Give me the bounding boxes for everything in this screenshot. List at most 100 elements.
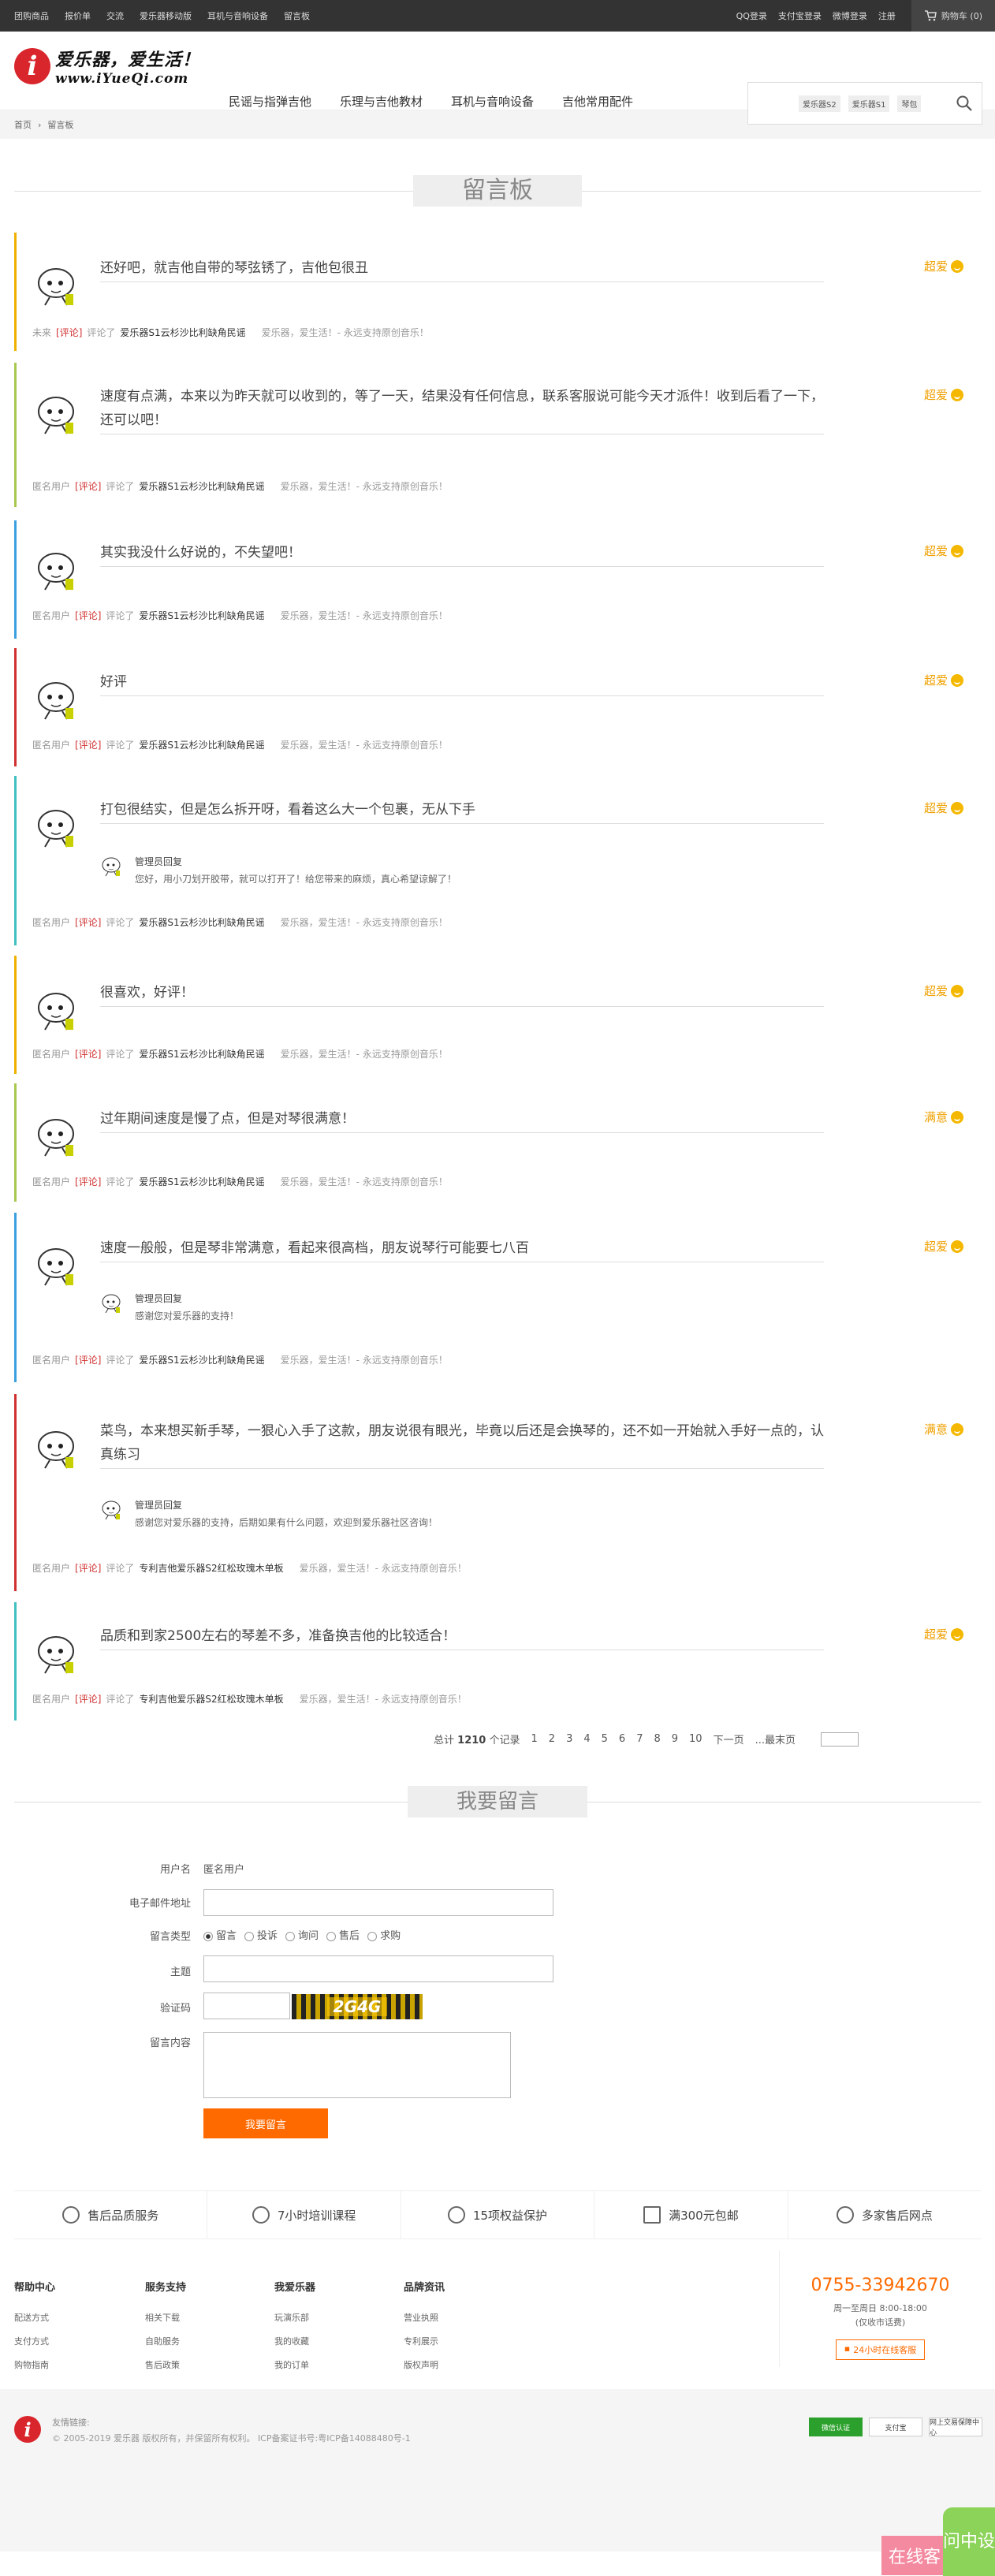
pager-page-7[interactable]: 7: [636, 1733, 643, 1745]
type-radio-complaint[interactable]: 投诉: [244, 1927, 278, 1942]
floating-chat-button[interactable]: 在线客: [881, 2536, 948, 2575]
online-service-button[interactable]: ▪ 24小时在线客服: [835, 2339, 926, 2360]
top-link-mobile[interactable]: 爱乐器移动版: [140, 9, 192, 22]
message-user: 匿名用户: [32, 1176, 71, 1187]
footer-link[interactable]: 我的订单: [274, 2358, 315, 2371]
submit-message-button[interactable]: 我要留言: [203, 2108, 328, 2138]
nav-item-folk-guitar[interactable]: 民谣与指弹吉他: [229, 93, 311, 110]
comment-verb: 评论了: [106, 1049, 135, 1060]
product-link[interactable]: 爱乐器S1云杉沙比利缺角民谣: [139, 479, 264, 493]
reply-text: 感谢您对爱乐器的支持，后期如果有什么问题，欢迎到爱乐器社区咨询！: [135, 1517, 438, 1528]
captcha-image[interactable]: 2G4G: [292, 1994, 423, 2019]
top-link-quote[interactable]: 报价单: [65, 9, 91, 22]
footer-link[interactable]: 相关下载: [145, 2311, 186, 2324]
top-link-audio[interactable]: 耳机与音响设备: [207, 9, 268, 22]
site-logo[interactable]: i 爱乐器，爱生活！ www.iYueQi.com: [14, 46, 200, 87]
smile-icon: [951, 259, 963, 273]
copyright-text: © 2005-2019 爱乐器 版权所有，并保留所有权利。 ICP备案证书号:粤…: [52, 2433, 411, 2444]
page-jump-select[interactable]: [821, 1732, 859, 1747]
subject-field[interactable]: [203, 1955, 553, 1982]
pager-last[interactable]: ...最末页: [755, 1732, 796, 1747]
floating-guide-button[interactable]: 问中设: [943, 2507, 995, 2576]
product-link[interactable]: 专利吉他爱乐器S2红松玫瑰木单板: [139, 1561, 283, 1575]
footer-link[interactable]: 购物指南: [14, 2358, 55, 2371]
rating-badge: 超爱: [924, 1238, 963, 1254]
message-slogan: 爱乐器，爱生活！- 永远支持原创音乐！: [261, 327, 429, 338]
pager-page-10[interactable]: 10: [689, 1733, 702, 1745]
product-link[interactable]: 爱乐器S1云杉沙比利缺角民谣: [139, 1047, 264, 1061]
product-link[interactable]: 爱乐器S1云杉沙比利缺角民谣: [120, 326, 245, 339]
top-link-groupbuy[interactable]: 团购商品: [14, 9, 49, 22]
message-slogan: 爱乐器，爱生活！- 永远支持原创音乐！: [280, 610, 448, 621]
product-link[interactable]: 爱乐器S1云杉沙比利缺角民谣: [139, 915, 264, 929]
message-user: 未来: [32, 327, 52, 338]
pager-page-4[interactable]: 4: [583, 1733, 590, 1745]
type-radio-message[interactable]: 留言: [203, 1927, 237, 1942]
footer-link[interactable]: 营业执照: [404, 2311, 445, 2324]
message-card: 打包很结实，但是怎么拆开呀，看着这么大一个包裹，无从下手 超爱 管理员回复 您好…: [14, 776, 981, 945]
product-link[interactable]: 爱乐器S1云杉沙比利缺角民谣: [139, 1353, 264, 1366]
pager-page-9[interactable]: 9: [672, 1733, 678, 1745]
email-field[interactable]: [203, 1889, 553, 1916]
message-meta: 匿名用户 [评论] 评论了 爱乐器S1云杉沙比利缺角民谣 爱乐器，爱生活！- 永…: [32, 1175, 448, 1188]
type-radio-inquiry[interactable]: 询问: [285, 1927, 319, 1942]
type-radio-purchase[interactable]: 求购: [367, 1927, 401, 1942]
search-tag[interactable]: 琴包: [897, 95, 922, 112]
alipay-badge[interactable]: 支付宝: [869, 2418, 922, 2436]
product-link[interactable]: 爱乐器S1云杉沙比利缺角民谣: [139, 609, 264, 622]
footer-link[interactable]: 配送方式: [14, 2311, 55, 2324]
search-tag[interactable]: 爱乐器S2: [799, 95, 840, 112]
content-textarea[interactable]: [203, 2032, 511, 2098]
search-input[interactable]: 爱乐器S2 爱乐器S1 琴包: [747, 82, 982, 125]
search-icon[interactable]: [955, 94, 974, 113]
trade-guarantee-badge[interactable]: 网上交易保障中心: [929, 2418, 982, 2437]
footer-link[interactable]: 我的收藏: [274, 2335, 315, 2347]
footer-link[interactable]: 专利展示: [404, 2335, 445, 2347]
type-radio-aftersale[interactable]: 售后: [326, 1927, 360, 1942]
footer-link[interactable]: 版权声明: [404, 2358, 445, 2371]
cart-label: 购物车 (0): [941, 11, 982, 21]
pager-page-5[interactable]: 5: [602, 1733, 608, 1745]
top-link-community[interactable]: 交流: [106, 9, 124, 22]
captcha-field[interactable]: [203, 1993, 290, 2019]
pagination: 总计 1210 个记录 1 2 3 4 5 6 7 8 9 10 下一页 ...…: [434, 1732, 859, 1747]
qq-login-link[interactable]: QQ登录: [736, 9, 767, 22]
top-link-board[interactable]: 留言板: [284, 9, 310, 22]
user-avatar: [34, 1631, 81, 1678]
pager-page-8[interactable]: 8: [654, 1733, 660, 1745]
comment-verb: 评论了: [106, 610, 135, 621]
footer-link[interactable]: 售后政策: [145, 2358, 186, 2371]
search-tag[interactable]: 爱乐器S1: [848, 95, 890, 112]
user-avatar: [34, 804, 81, 852]
message-meta: 匿名用户 [评论] 评论了 爱乐器S1云杉沙比利缺角民谣 爱乐器，爱生活！- 永…: [32, 1047, 448, 1061]
product-link[interactable]: 爱乐器S1云杉沙比利缺角民谣: [139, 738, 264, 751]
footer-link[interactable]: 支付方式: [14, 2335, 55, 2347]
cart-button[interactable]: 购物车 (0): [911, 0, 995, 32]
smile-icon: [951, 984, 963, 997]
service-item: 售后品质服务: [14, 2191, 208, 2239]
pager-next[interactable]: 下一页: [714, 1732, 744, 1747]
admin-avatar: [100, 1292, 124, 1315]
product-link[interactable]: 专利吉他爱乐器S2红松玫瑰木单板: [139, 1692, 283, 1706]
pager-page-1[interactable]: 1: [531, 1733, 538, 1745]
wechat-badge[interactable]: 微信认证: [809, 2418, 863, 2436]
nav-item-theory-books[interactable]: 乐理与吉他教材: [340, 93, 423, 110]
nav-item-audio[interactable]: 耳机与音响设备: [451, 93, 534, 110]
footer-logo: i: [14, 2416, 41, 2443]
reply-text: 感谢您对爱乐器的支持！: [135, 1310, 240, 1322]
chat-icon: ▪: [844, 2343, 851, 2354]
type-label: 留言类型: [149, 1931, 191, 1943]
pager-page-6[interactable]: 6: [619, 1733, 625, 1745]
weibo-login-link[interactable]: 微博登录: [833, 9, 867, 22]
breadcrumb-home[interactable]: 首页: [14, 118, 32, 131]
product-link[interactable]: 爱乐器S1云杉沙比利缺角民谣: [139, 1175, 264, 1188]
nav-item-accessories[interactable]: 吉他常用配件: [562, 93, 633, 110]
footer-link[interactable]: 玩演乐部: [274, 2311, 315, 2324]
alipay-login-link[interactable]: 支付宝登录: [778, 9, 822, 22]
pager-total: 总计 1210 个记录: [434, 1735, 520, 1747]
register-link[interactable]: 注册: [878, 9, 896, 22]
footer-link[interactable]: 自助服务: [145, 2335, 186, 2347]
message-meta: 未来 [评论] 评论了 爱乐器S1云杉沙比利缺角民谣 爱乐器，爱生活！- 永远支…: [32, 326, 429, 339]
pager-page-3[interactable]: 3: [566, 1733, 572, 1745]
pager-page-2[interactable]: 2: [549, 1733, 555, 1745]
